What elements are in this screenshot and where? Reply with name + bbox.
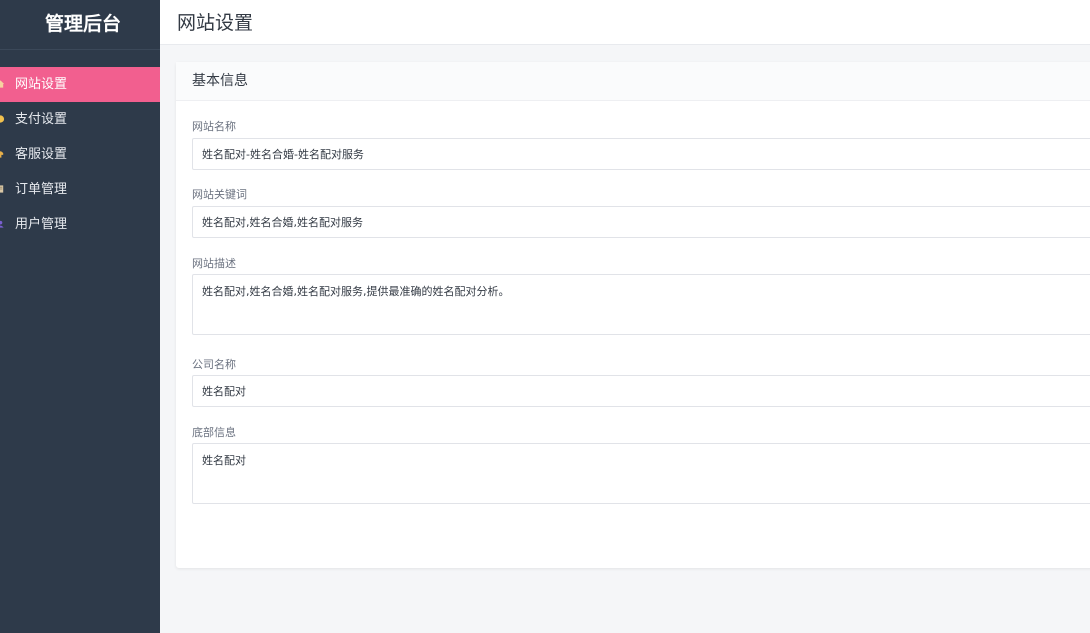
site-keywords-input[interactable] (192, 206, 1090, 238)
card-title: 基本信息 (176, 62, 1090, 101)
sidebar-item-label: 客服设置 (15, 147, 68, 162)
company-name-label: 公司名称 (192, 358, 236, 371)
home-icon (0, 80, 5, 88)
sidebar-item-user-management[interactable]: 用户管理 (0, 207, 160, 242)
coin-icon (0, 115, 5, 123)
sidebar-item-service-settings[interactable]: 客服设置 (0, 137, 160, 172)
page-title: 网站设置 (160, 0, 1090, 45)
user-icon (0, 220, 4, 228)
sidebar-nav: 网站设置 支付设置 客服设置 订单管理 用户管理 (0, 67, 160, 242)
basic-info-card: 基本信息 网站名称 网站关键词 网站描述 姓名配对,姓名合婚,姓名配对服务,提供… (176, 62, 1090, 568)
sidebar-item-order-management[interactable]: 订单管理 (0, 172, 160, 207)
sidebar: 管理后台 网站设置 支付设置 客服设置 订单管理 用户管理 (0, 0, 160, 633)
site-name-input[interactable] (192, 138, 1090, 170)
sidebar-item-label: 网站设置 (15, 77, 68, 92)
site-description-label: 网站描述 (192, 257, 236, 270)
sidebar-item-payment-settings[interactable]: 支付设置 (0, 102, 160, 137)
sidebar-item-label: 支付设置 (15, 112, 68, 127)
brand-title: 管理后台 (0, 0, 160, 50)
site-description-textarea[interactable]: 姓名配对,姓名合婚,姓名配对服务,提供最准确的姓名配对分析。 (192, 274, 1090, 335)
sidebar-item-label: 订单管理 (15, 182, 68, 197)
order-icon (0, 185, 4, 193)
main-content: 网站设置 基本信息 网站名称 网站关键词 网站描述 姓名配对,姓名合婚,姓名配对… (160, 0, 1090, 633)
headset-icon (0, 151, 4, 158)
footer-info-textarea[interactable]: 姓名配对 (192, 443, 1090, 504)
footer-info-label: 底部信息 (192, 426, 236, 439)
company-name-input[interactable] (192, 375, 1090, 407)
sidebar-item-label: 用户管理 (15, 217, 68, 232)
site-name-label: 网站名称 (192, 120, 236, 133)
sidebar-item-site-settings[interactable]: 网站设置 (0, 67, 160, 102)
site-keywords-label: 网站关键词 (192, 188, 247, 201)
